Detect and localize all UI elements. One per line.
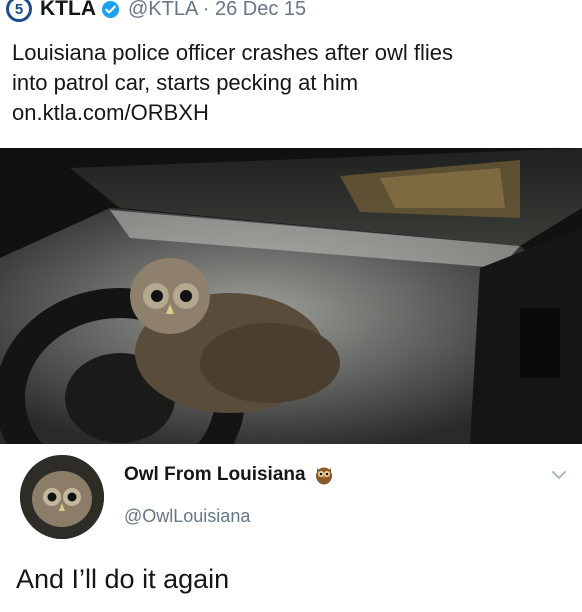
ktla-logo-icon[interactable]: 5 [6,0,32,22]
owl-in-car-photo [0,148,582,444]
tweet-display-name[interactable]: KTLA [40,0,96,21]
tweet-text-line: Louisiana police officer crashes after o… [12,40,454,65]
tweet-header: 5 KTLA @KTLA · 26 Dec 15 [6,0,306,24]
chevron-down-icon[interactable] [552,470,566,480]
tweet-text-line: into patrol car, starts pecking at him [12,70,359,95]
reply-handle[interactable]: @OwlLouisiana [124,506,250,527]
tweet-text: Louisiana police officer crashes after o… [12,38,572,128]
tweet-photo[interactable] [0,148,582,444]
owl-emoji-icon [315,467,332,485]
avatar[interactable] [20,455,104,539]
ktla-tweet: 5 KTLA @KTLA · 26 Dec 15 Louisiana polic… [0,0,582,148]
tweet-handle-date[interactable]: @KTLA · 26 Dec 15 [128,0,306,21]
reply-display-name[interactable]: Owl From Louisiana [124,464,306,486]
reply-tweet: Owl From Louisiana @OwlLouisiana And I’l… [0,444,582,612]
owl-avatar-icon [20,455,104,539]
reply-text: And I’ll do it again [16,564,230,594]
verified-badge-icon [101,0,120,18]
reply-display-name-row: Owl From Louisiana [124,464,334,486]
tweet-link[interactable]: on.ktla.com/ORBXH [12,98,572,128]
